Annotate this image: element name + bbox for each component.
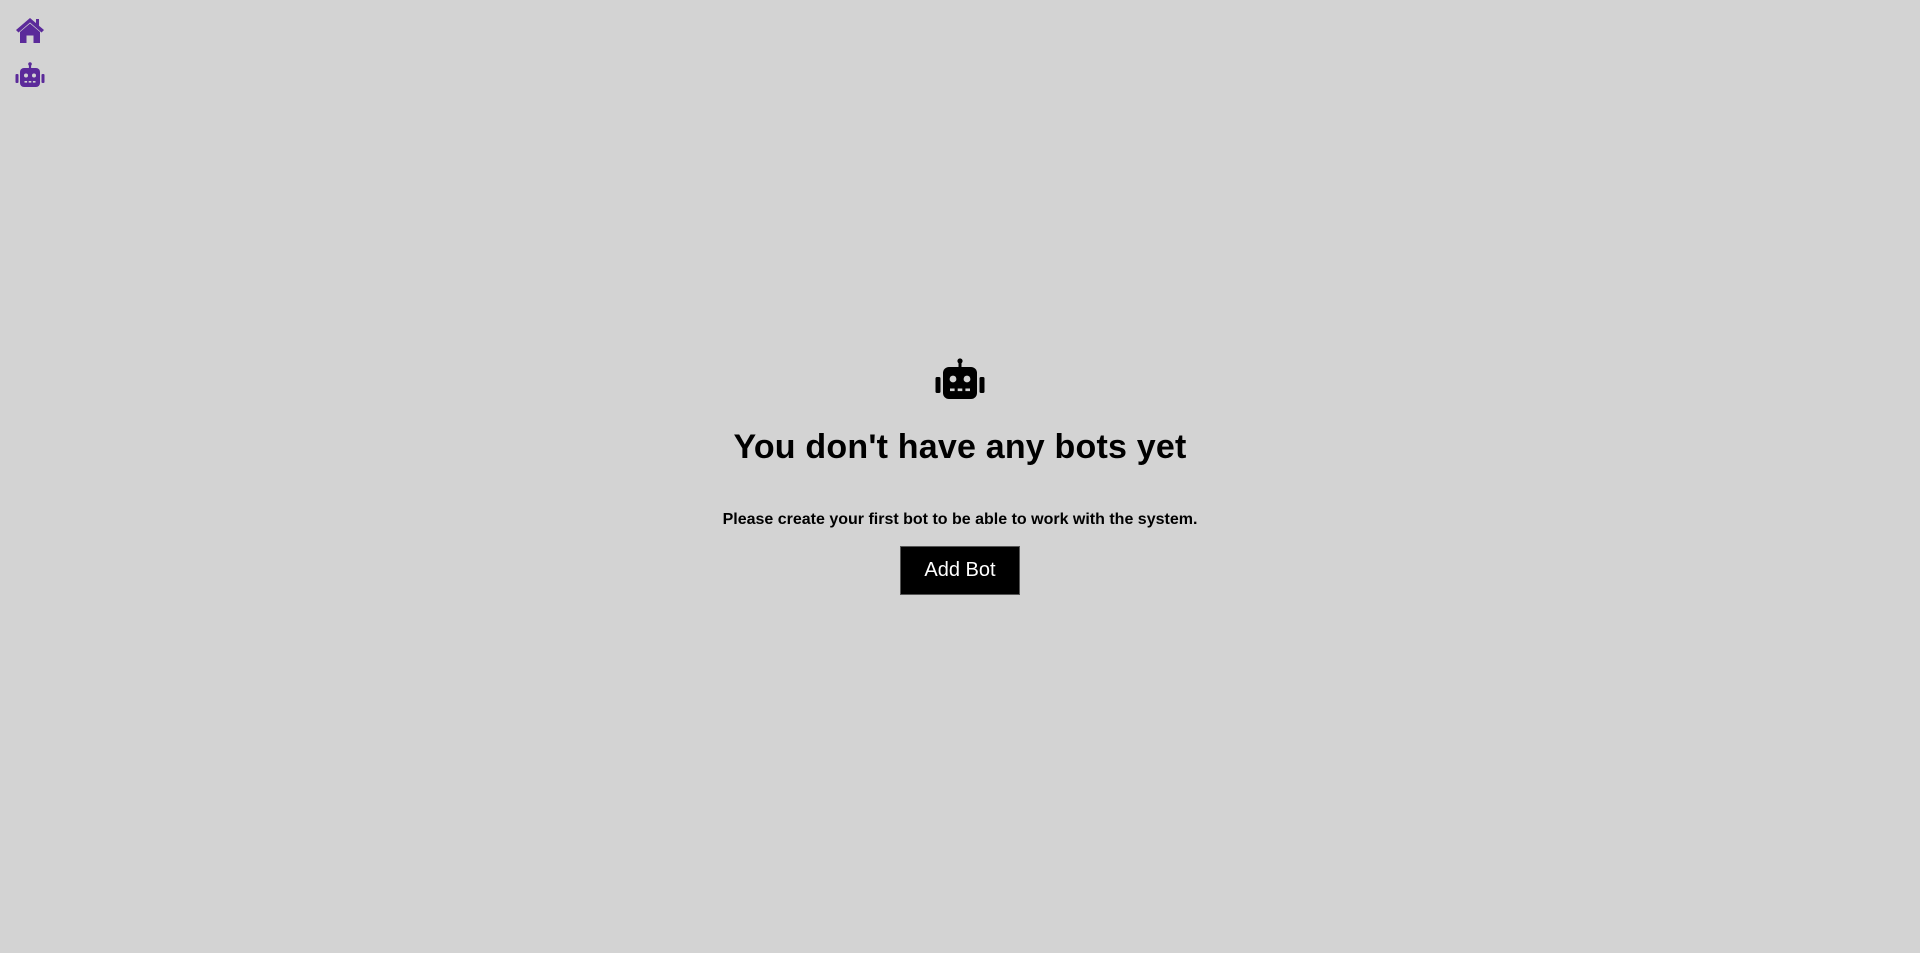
empty-state-subtitle: Please create your first bot to be able … (722, 511, 1198, 528)
nav-home[interactable] (14, 14, 46, 46)
nav-bots[interactable] (14, 60, 46, 92)
add-bot-button[interactable]: Add Bot (900, 546, 1020, 595)
home-icon (15, 16, 45, 44)
robot-icon (934, 358, 986, 402)
robot-icon (14, 62, 46, 90)
empty-state: You don't have any bots yet Please creat… (0, 358, 1920, 595)
empty-state-title: You don't have any bots yet (733, 428, 1187, 466)
